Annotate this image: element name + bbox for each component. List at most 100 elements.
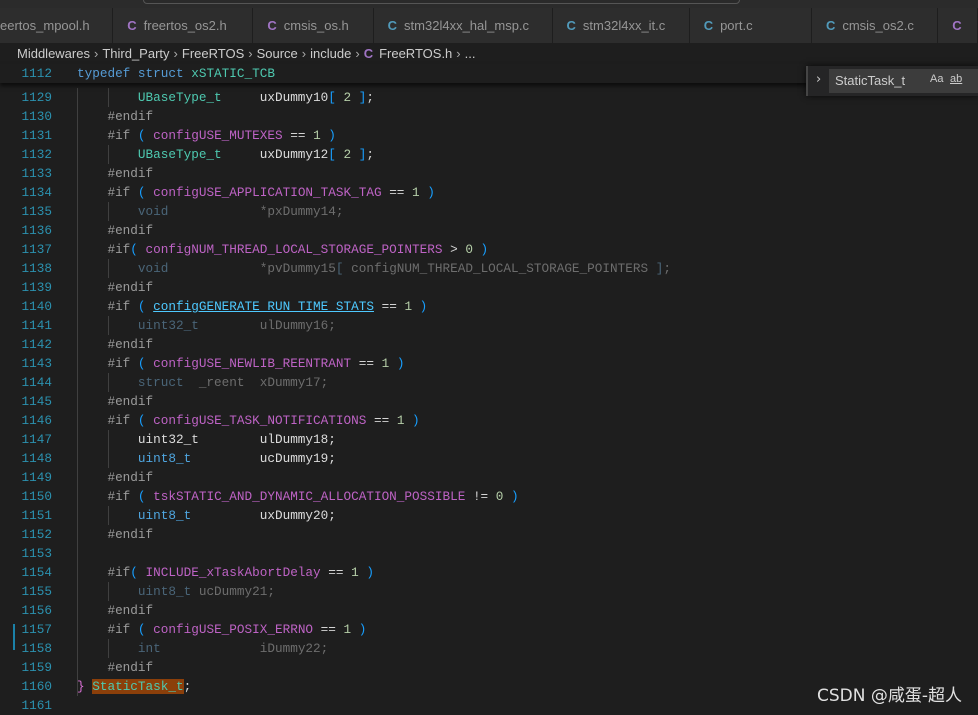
breadcrumb-item[interactable]: Middlewares xyxy=(17,46,90,61)
indent-guide xyxy=(108,259,109,278)
code-line[interactable]: 1143 #if ( configUSE_NEWLIB_REENTRANT ==… xyxy=(0,354,978,373)
code-token: ) xyxy=(320,128,336,143)
code-token: uint8_t xyxy=(77,451,192,466)
code-line[interactable]: 1131 #if ( configUSE_MUTEXES == 1 ) xyxy=(0,126,978,145)
code-line[interactable]: 1154 #if( INCLUDE_xTaskAbortDelay == 1 ) xyxy=(0,563,978,582)
breadcrumb-item[interactable]: FreeRTOS.h xyxy=(379,46,452,61)
code-token: ) xyxy=(503,489,519,504)
code-token: struct xyxy=(137,66,192,81)
tab-label: stm32l4xx_it.c xyxy=(582,18,666,33)
line-number: 1149 xyxy=(21,470,52,485)
code-line[interactable]: 1135 void *pxDummy14; xyxy=(0,202,978,221)
tab[interactable]: C xyxy=(938,8,978,43)
code-token: ; xyxy=(366,90,374,105)
tab-label: freertos_os2.h xyxy=(143,18,227,33)
code-token: #endif xyxy=(77,660,154,675)
code-token: INCLUDE_xTaskAbortDelay xyxy=(145,565,321,580)
breadcrumb-item[interactable]: include xyxy=(310,46,351,61)
code-token: configNUM_THREAD_LOCAL_STORAGE_POINTERS xyxy=(343,261,656,276)
code-line[interactable]: 1159 #endif xyxy=(0,658,978,677)
match-whole-word-button[interactable]: ab xyxy=(950,73,962,85)
c-file-icon: C xyxy=(127,18,137,33)
code-token: struct xyxy=(77,375,184,390)
code-line[interactable]: 1130 #endif xyxy=(0,107,978,126)
indent-guide xyxy=(108,639,109,658)
code-token: ) xyxy=(419,185,435,200)
code-line[interactable]: 1140 #if ( configGENERATE_RUN_TIME_STATS… xyxy=(0,297,978,316)
code-token: [ xyxy=(335,261,344,276)
code-line[interactable]: 1156 #endif xyxy=(0,601,978,620)
tab[interactable]: Cstm32l4xx_it.c xyxy=(552,8,690,43)
code-token: ( xyxy=(137,622,154,637)
code-token: [ xyxy=(328,147,336,162)
line-number: 1151 xyxy=(21,508,52,523)
code-line[interactable]: 1145 #endif xyxy=(0,392,978,411)
code-token: == xyxy=(381,185,413,200)
code-token: == xyxy=(351,356,382,371)
code-token: ( xyxy=(137,299,154,314)
code-line[interactable]: 1133 #endif xyxy=(0,164,978,183)
tab[interactable]: eertos_mpool.h xyxy=(0,8,114,43)
code-line[interactable]: 1152 #endif xyxy=(0,525,978,544)
code-token: ( xyxy=(137,356,154,371)
line-number: 1158 xyxy=(21,641,52,656)
code-line[interactable]: 1142 #endif xyxy=(0,335,978,354)
code-line[interactable]: 1158 int iDummy22; xyxy=(0,639,978,658)
code-token: != xyxy=(465,489,496,504)
breadcrumb-item[interactable]: Source xyxy=(257,46,298,61)
code-line[interactable]: 1148 uint8_t ucDummy19; xyxy=(0,449,978,468)
code-token: 1 xyxy=(412,185,420,200)
code-token: ) xyxy=(351,622,367,637)
code-token: ) xyxy=(412,299,428,314)
code-line[interactable]: 1132 UBaseType_t uxDummy12[ 2 ]; xyxy=(0,145,978,164)
tab[interactable]: Cstm32l4xx_hal_msp.c xyxy=(373,8,553,43)
code-text: } StaticTask_t; xyxy=(77,677,191,696)
breadcrumb-item[interactable]: Third_Party xyxy=(102,46,169,61)
tab[interactable]: Cport.c xyxy=(689,8,812,43)
code-line[interactable]: 1153 xyxy=(0,544,978,563)
tab[interactable]: Ccmsis_os.h xyxy=(253,8,374,43)
line-number: 1129 xyxy=(21,90,52,105)
code-text: #if( INCLUDE_xTaskAbortDelay == 1 ) xyxy=(77,563,374,582)
code-token: == xyxy=(366,413,397,428)
code-line[interactable]: 1149 #endif xyxy=(0,468,978,487)
tab-label: stm32l4xx_hal_msp.c xyxy=(404,18,530,33)
code-line[interactable]: 1146 #if ( configUSE_TASK_NOTIFICATIONS … xyxy=(0,411,978,430)
code-line[interactable]: 1137 #if( configNUM_THREAD_LOCAL_STORAGE… xyxy=(0,240,978,259)
code-line[interactable]: 1155 uint8_t ucDummy21; xyxy=(0,582,978,601)
match-case-button[interactable]: Aa xyxy=(930,73,943,85)
command-center[interactable] xyxy=(143,0,740,4)
code-line[interactable]: 1134 #if ( configUSE_APPLICATION_TASK_TA… xyxy=(0,183,978,202)
code-line[interactable]: 1141 uint32_t ulDummy16; xyxy=(0,316,978,335)
code-line[interactable]: 1150 #if ( tskSTATIC_AND_DYNAMIC_ALLOCAT… xyxy=(0,487,978,506)
code-token: uint8_t xyxy=(77,508,192,523)
toggle-replace-chevron-icon[interactable]: › xyxy=(816,72,821,87)
code-line[interactable]: 1139 #endif xyxy=(0,278,978,297)
code-line[interactable]: 1144 struct _reent xDummy17; xyxy=(0,373,978,392)
c-file-icon: C xyxy=(387,18,398,33)
code-line[interactable]: 1147 uint32_t ulDummy18; xyxy=(0,430,978,449)
code-text: #endif xyxy=(77,107,153,126)
code-token: #endif xyxy=(77,166,154,181)
code-line[interactable]: 1136 #endif xyxy=(0,221,978,240)
tab[interactable]: Cfreertos_os2.h xyxy=(113,8,254,43)
code-line[interactable]: 1151 uint8_t uxDummy20; xyxy=(0,506,978,525)
code-token: ) xyxy=(404,413,420,428)
code-text: uint32_t ulDummy16; xyxy=(77,316,336,335)
code-token: #if xyxy=(77,299,138,314)
code-editor[interactable]: 1129 UBaseType_t uxDummy10[ 2 ]; 1130 #en… xyxy=(0,64,978,713)
code-text: uint8_t ucDummy19; xyxy=(77,449,336,468)
breadcrumb-item[interactable]: ... xyxy=(465,46,476,61)
code-text: #if ( configGENERATE_RUN_TIME_STATS == 1… xyxy=(77,297,427,316)
c-file-icon: C xyxy=(952,18,962,33)
breadcrumb-item[interactable]: FreeRTOS xyxy=(182,46,244,61)
code-token: 1 xyxy=(351,565,359,580)
code-token: > xyxy=(442,242,466,257)
code-text: #if ( tskSTATIC_AND_DYNAMIC_ALLOCATION_P… xyxy=(77,487,519,506)
code-line[interactable]: 1138 void *pvDummy15[ configNUM_THREAD_L… xyxy=(0,259,978,278)
chevron-right-icon: › xyxy=(355,46,360,61)
line-number: 1161 xyxy=(21,698,52,713)
tab[interactable]: Ccmsis_os2.c xyxy=(811,8,939,43)
code-token: ( xyxy=(137,489,154,504)
code-line[interactable]: 1157 #if ( configUSE_POSIX_ERRNO == 1 ) xyxy=(0,620,978,639)
